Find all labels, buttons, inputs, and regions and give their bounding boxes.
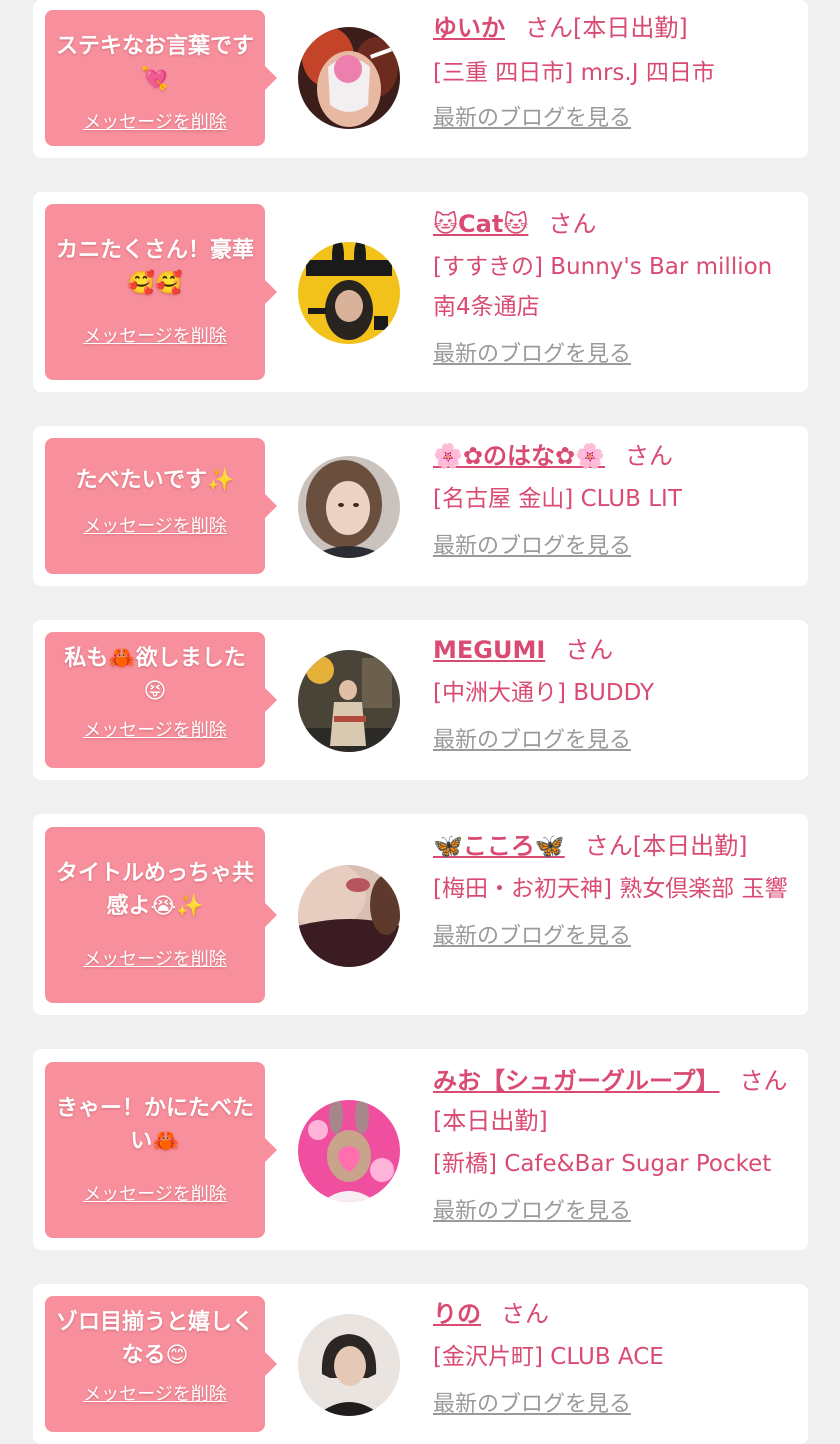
message-bubble: ゾロ目揃うと嬉しくなる😊 メッセージを削除 — [45, 1296, 277, 1432]
delete-message-link[interactable]: メッセージを削除 — [83, 1380, 227, 1406]
message-text: たべたいです✨ — [75, 468, 235, 493]
latest-blog-link[interactable]: 最新のブログを見る — [433, 725, 631, 757]
latest-blog-link[interactable]: 最新のブログを見る — [433, 339, 631, 371]
avatar[interactable] — [298, 456, 400, 558]
name-line: 🦋こころ🦋 さん[本日出勤] — [433, 826, 793, 866]
delete-message-link[interactable]: メッセージを削除 — [83, 322, 227, 348]
name-line: みお【シュガーグループ】 さん[本日出勤] — [433, 1061, 793, 1141]
honorific-label: さん — [501, 1300, 549, 1328]
list-item: カニたくさん！豪華🥰🥰 メッセージを削除 🐱Cat🐱 さん [すすきの] Bunn… — [33, 192, 808, 392]
message-bubble: タイトルめっちゃ共感よ😭✨ メッセージを削除 — [45, 827, 277, 1003]
shop-label: [中洲大通り] BUDDY — [433, 680, 655, 706]
message-text: ゾロ目揃うと嬉しくなる😊 — [55, 1310, 254, 1368]
delete-message-link[interactable]: メッセージを削除 — [83, 716, 227, 742]
honorific-label: さん[本日出勤] — [584, 832, 748, 860]
delete-message-link[interactable]: メッセージを削除 — [83, 945, 227, 971]
profile-info: ゆいか さん[本日出勤] [三重 四日市] mrs.J 四日市 最新のブログを見る — [433, 8, 793, 135]
profile-info: みお【シュガーグループ】 さん[本日出勤] [新橋] Cafe&Bar Sugar… — [433, 1061, 793, 1228]
profile-info: MEGUMI さん [中洲大通り] BUDDY 最新のブログを見る — [433, 630, 793, 757]
honorific-label: さん — [565, 636, 614, 664]
message-bubble: たべたいです✨ メッセージを削除 — [45, 438, 277, 574]
short-hair-woman-photo-icon — [298, 1314, 400, 1416]
honorific-label: さん[本日出勤] — [525, 14, 688, 42]
message-text: きゃー！かにたべたい🦀 — [55, 1096, 254, 1154]
profile-info: 🦋こころ🦋 さん[本日出勤] [梅田・お初天神] 熟女倶楽部 玉響 最新のブログを… — [433, 826, 793, 953]
honorific-label: さん — [624, 442, 673, 470]
avatar[interactable] — [298, 27, 400, 129]
delete-message-link[interactable]: メッセージを削除 — [83, 512, 227, 538]
avatar[interactable] — [298, 1314, 400, 1416]
message-bubble: ステキなお言葉です💘 メッセージを削除 — [45, 10, 277, 146]
avatar[interactable] — [298, 650, 400, 752]
message-bubble: カニたくさん！豪華🥰🥰 メッセージを削除 — [45, 204, 277, 380]
woman-selfie-photo-icon — [298, 456, 400, 558]
list-item: ステキなお言葉です💘 メッセージを削除 ゆいか さん[本日出勤] [三重 四日市]… — [33, 0, 808, 158]
latest-blog-link[interactable]: 最新のブログを見る — [433, 1389, 631, 1421]
kimono-woman-photo-icon — [298, 650, 400, 752]
message-bubble: 私も🦀欲しました😝 メッセージを削除 — [45, 632, 277, 768]
name-line: MEGUMI さん — [433, 630, 793, 670]
list-item: たべたいです✨ メッセージを削除 🌸✿のはな✿🌸 さん [名古屋 金山] CLUB… — [33, 426, 808, 586]
avatar[interactable] — [298, 242, 400, 344]
latest-blog-link[interactable]: 最新のブログを見る — [433, 531, 631, 563]
message-text: タイトルめっちゃ共感よ😭✨ — [55, 861, 254, 919]
profile-name-link[interactable]: みお【シュガーグループ】 — [433, 1067, 720, 1095]
list-item: タイトルめっちゃ共感よ😭✨ メッセージを削除 🦋こころ🦋 さん[本日出勤] [梅田… — [33, 814, 808, 1015]
list-item: きゃー！かにたべたい🦀 メッセージを削除 みお【シュガーグループ】 さん[本日出勤… — [33, 1049, 808, 1250]
profile-name-link[interactable]: 🦋こころ🦋 — [433, 832, 565, 860]
shop-label: [金沢片町] CLUB ACE — [433, 1344, 664, 1370]
profile-name-link[interactable]: ゆいか — [433, 14, 505, 42]
shop-label: [名古屋 金山] CLUB LIT — [433, 486, 682, 512]
delete-message-link[interactable]: メッセージを削除 — [83, 108, 227, 134]
name-line: りの さん — [433, 1294, 793, 1334]
profile-info: りの さん [金沢片町] CLUB ACE 最新のブログを見る — [433, 1294, 793, 1421]
latest-blog-link[interactable]: 最新のブログを見る — [433, 103, 631, 135]
profile-info: 🐱Cat🐱 さん [すすきの] Bunny's Bar million 南4条通店… — [433, 204, 793, 371]
list-item: 私も🦀欲しました😝 メッセージを削除 MEGUMI さん [中洲大通り] BUDD… — [33, 620, 808, 780]
latest-blog-link[interactable]: 最新のブログを見る — [433, 1196, 631, 1228]
bunny-magazine-photo-icon — [298, 242, 400, 344]
profile-name-link[interactable]: りの — [433, 1300, 481, 1328]
message-bubble: きゃー！かにたべたい🦀 メッセージを削除 — [45, 1062, 277, 1238]
masked-woman-photo-icon — [298, 27, 400, 129]
profile-name-link[interactable]: MEGUMI — [433, 636, 545, 664]
shop-label: [新橋] Cafe&Bar Sugar Pocket — [433, 1151, 772, 1177]
avatar[interactable] — [298, 1100, 400, 1202]
delete-message-link[interactable]: メッセージを削除 — [83, 1180, 227, 1206]
message-text: ステキなお言葉です💘 — [55, 34, 254, 92]
name-line: 🌸✿のはな✿🌸 さん — [433, 436, 793, 476]
bunny-ears-woman-photo-icon — [298, 1100, 400, 1202]
avatar[interactable] — [298, 865, 400, 967]
shop-label: [三重 四日市] mrs.J 四日市 — [433, 60, 715, 86]
message-text: 私も🦀欲しました😝 — [64, 646, 246, 704]
name-line: 🐱Cat🐱 さん — [433, 204, 793, 244]
honorific-label: さん — [548, 210, 597, 238]
woman-portrait-photo-icon — [298, 865, 400, 967]
message-text: カニたくさん！豪華🥰🥰 — [55, 238, 254, 296]
message-list: ステキなお言葉です💘 メッセージを削除 ゆいか さん[本日出勤] [三重 四日市]… — [0, 0, 840, 1444]
profile-name-link[interactable]: 🌸✿のはな✿🌸 — [433, 442, 605, 470]
shop-label: [すすきの] Bunny's Bar million 南4条通店 — [433, 254, 773, 320]
latest-blog-link[interactable]: 最新のブログを見る — [433, 921, 631, 953]
profile-info: 🌸✿のはな✿🌸 さん [名古屋 金山] CLUB LIT 最新のブログを見る — [433, 436, 793, 563]
list-item: ゾロ目揃うと嬉しくなる😊 メッセージを削除 りの さん [金沢片町] CLUB A… — [33, 1284, 808, 1444]
profile-name-link[interactable]: 🐱Cat🐱 — [433, 210, 528, 238]
shop-label: [梅田・お初天神] 熟女倶楽部 玉響 — [433, 876, 788, 902]
name-line: ゆいか さん[本日出勤] — [433, 8, 793, 48]
